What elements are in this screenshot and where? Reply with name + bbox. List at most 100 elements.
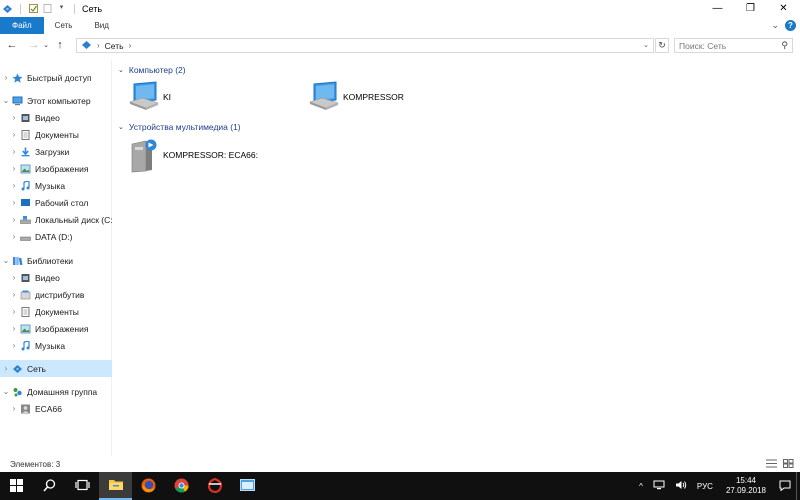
nav-item-music[interactable]: › Музыка [0,177,112,194]
computer-icon [308,80,340,114]
taskbar-chrome[interactable] [165,472,198,500]
close-button[interactable]: ✕ [767,0,800,17]
expand-arrow-icon[interactable]: › [0,364,12,373]
chevron-right-icon[interactable]: › [97,41,100,50]
nav-item-label: Этот компьютер [27,95,91,106]
forward-arrow-icon[interactable]: → [26,39,42,51]
restore-button[interactable]: ❐ [734,0,767,17]
tab-file[interactable]: Файл [0,17,44,34]
refresh-button[interactable]: ↻ [655,38,669,53]
expand-arrow-icon[interactable]: › [8,290,20,299]
start-button[interactable] [0,472,33,500]
nav-item-data-d[interactable]: › DATA (D:) [0,228,112,245]
nav-item-lib-documents[interactable]: › Документы [0,303,112,320]
taskbar-firefox[interactable] [132,472,165,500]
group-header-media[interactable]: ⌄ Устройства мультимедиа (1) [118,122,241,132]
nav-item-local-disk-c[interactable]: › Локальный диск (С: [0,211,112,228]
expand-arrow-icon[interactable]: › [8,232,20,241]
search-button[interactable] [33,472,66,500]
nav-item-label: Изображения [35,323,89,334]
customize-toolbar-icon[interactable]: ▾ [56,3,67,14]
language-indicator[interactable]: РУС [692,482,718,491]
nav-item-network[interactable]: › Сеть [0,360,112,377]
chevron-down-icon[interactable]: ⌄ [118,123,124,131]
nav-item-homegroup[interactable]: ⌄ Домашняя группа [0,383,112,400]
network-computer-ki[interactable]: KI [128,80,171,114]
search-icon [43,478,56,494]
computer-icon [128,80,160,114]
expand-ribbon-icon[interactable]: ⌄ [771,20,779,31]
network-computer-kompressor[interactable]: KOMPRESSOR [308,80,404,114]
document-icon [20,306,31,317]
expand-arrow-icon[interactable]: › [8,215,20,224]
notifications-icon[interactable] [774,480,796,493]
expand-arrow-icon[interactable]: › [8,198,20,207]
collapse-arrow-icon[interactable]: ⌄ [0,96,12,105]
chevron-up-icon[interactable]: ^ [634,482,648,491]
volume-icon[interactable] [670,480,692,492]
nav-item-label: DATA (D:) [35,231,73,242]
separator [74,3,75,14]
desktop-icon [20,198,31,208]
task-view-button[interactable] [66,472,99,500]
expand-arrow-icon[interactable]: › [8,147,20,156]
nav-item-libraries[interactable]: ⌄ Библиотеки [0,252,112,269]
network-icon [12,364,23,374]
show-desktop-button[interactable] [796,472,800,500]
nav-item-videos[interactable]: › Видео [0,109,112,126]
expand-arrow-icon[interactable]: › [8,273,20,282]
expand-arrow-icon[interactable]: › [8,324,20,333]
search-input[interactable]: Поиск: Сеть ⚲ [674,38,793,53]
network-status-icon[interactable] [648,480,670,492]
nav-item-downloads[interactable]: › Загрузки [0,143,112,160]
minimize-button[interactable]: — [701,0,734,17]
address-bar[interactable]: › Сеть › ⌄ [76,38,654,53]
taskbar-app-red[interactable] [198,472,231,500]
nav-item-quick-access[interactable]: › Быстрый доступ [0,69,112,86]
expand-arrow-icon[interactable]: › [8,341,20,350]
group-header-computers[interactable]: ⌄ Компьютер (2) [118,65,186,75]
help-icon[interactable]: ? [785,20,796,31]
nav-item-this-pc[interactable]: ⌄ Этот компьютер [0,92,112,109]
breadcrumb-network[interactable]: Сеть [105,41,124,51]
details-view-icon[interactable] [766,459,777,468]
expand-arrow-icon[interactable]: › [8,404,20,413]
expand-arrow-icon[interactable]: › [8,130,20,139]
recent-locations-icon[interactable]: ⌄ [42,41,50,49]
chevron-right-icon[interactable]: › [129,41,132,50]
nav-item-documents[interactable]: › Документы [0,126,112,143]
nav-item-lib-pictures[interactable]: › Изображения [0,320,112,337]
tab-network[interactable]: Сеть [44,17,84,34]
expand-arrow-icon[interactable]: › [0,73,12,82]
nav-item-lib-distributive[interactable]: › дистрибутив [0,286,112,303]
nav-item-eca66[interactable]: › ECA66 [0,400,112,417]
nav-item-lib-music[interactable]: › Музыка [0,337,112,354]
nav-item-label: Видео [35,112,60,123]
chevron-down-icon[interactable]: ⌄ [643,41,649,49]
properties-icon[interactable] [28,3,39,14]
image-icon [20,164,31,174]
back-arrow-icon[interactable]: ← [4,39,20,51]
clock[interactable]: 15:44 27.09.2018 [718,476,774,496]
nav-item-lib-videos[interactable]: › Видео [0,269,112,286]
large-icons-view-icon[interactable] [783,459,794,468]
media-device-kompressor[interactable]: KOMPRESSOR: ECA66: [128,138,258,173]
expand-arrow-icon[interactable]: › [8,164,20,173]
expand-arrow-icon[interactable]: › [8,307,20,316]
expand-arrow-icon[interactable]: › [8,113,20,122]
taskbar: ^ РУС 15:44 27.09.2018 [0,472,800,500]
music-icon [20,179,31,191]
collapse-arrow-icon[interactable]: ⌄ [0,256,12,265]
tab-view[interactable]: Вид [83,17,119,34]
taskbar-file-explorer[interactable] [99,472,132,500]
nav-item-desktop[interactable]: › Рабочий стол [0,194,112,211]
up-arrow-icon[interactable]: ↑ [52,39,68,51]
clock-date: 27.09.2018 [725,486,766,495]
chevron-down-icon[interactable]: ⌄ [118,66,124,74]
new-folder-icon[interactable] [42,3,53,14]
nav-item-pictures[interactable]: › Изображения [0,160,112,177]
download-icon [20,147,31,157]
collapse-arrow-icon[interactable]: ⌄ [0,387,12,396]
expand-arrow-icon[interactable]: › [8,181,20,190]
taskbar-app-window[interactable] [231,472,264,500]
